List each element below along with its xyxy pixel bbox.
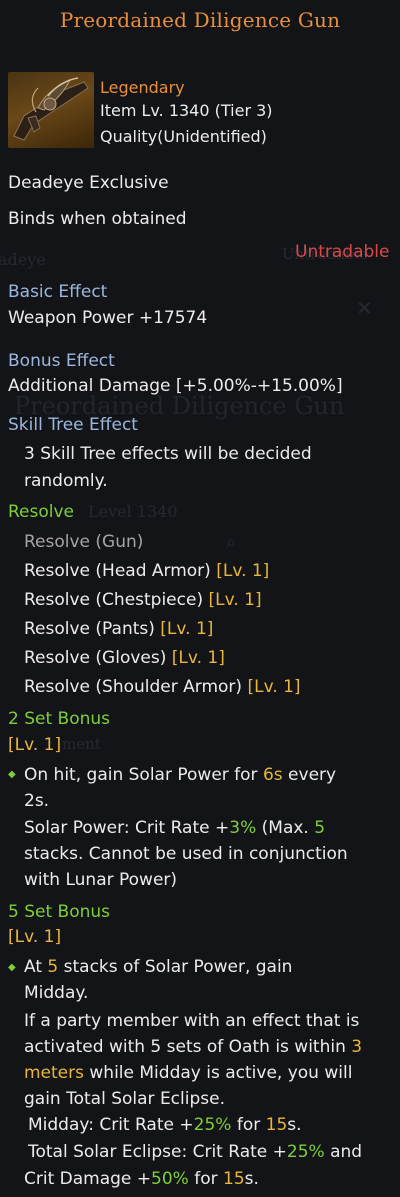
- background-close-icon: ✕: [356, 296, 373, 320]
- set5-level: [Lv. 1]: [8, 927, 62, 947]
- background-class-text: adeye: [0, 250, 46, 269]
- set2-line: with Lunar Power): [24, 870, 178, 890]
- basic-effect-heading: Basic Effect: [8, 282, 108, 302]
- bullet-icon: ◆: [8, 962, 16, 973]
- background-equip-text: ment: [62, 735, 101, 753]
- background-search-icon: ⌕: [226, 532, 237, 553]
- set5-heading: 5 Set Bonus: [8, 902, 111, 922]
- set2-level: [Lv. 1]: [8, 735, 62, 755]
- set2-line: 2s.: [24, 791, 50, 811]
- skill-tree-line: randomly.: [24, 471, 108, 491]
- binding-label: Binds when obtained: [8, 209, 187, 229]
- skill-tree-line: 3 Skill Tree effects will be decided: [24, 444, 312, 464]
- set2-line: On hit, gain Solar Power for 6s every: [24, 765, 337, 785]
- set5-line: Midday: Crit Rate +25% for 15s.: [28, 1115, 302, 1135]
- skill-tree-heading: Skill Tree Effect: [8, 415, 138, 435]
- item-title: Preordained Diligence Gun: [59, 8, 341, 32]
- resolve-item-shoulder-armor: Resolve (Shoulder Armor) [Lv. 1]: [24, 677, 301, 697]
- class-lock-label: Deadeye Exclusive: [8, 173, 169, 193]
- set2-line: stacks. Cannot be used in conjunction: [24, 844, 348, 864]
- bullet-icon: ◆: [8, 769, 16, 780]
- basic-effect-value: Weapon Power +17574: [8, 308, 208, 328]
- set5-line: Crit Damage +50% for 15s.: [24, 1169, 259, 1189]
- resolve-item-gloves: Resolve (Gloves) [Lv. 1]: [24, 648, 225, 668]
- gun-icon: [8, 72, 94, 148]
- set5-line: gain Total Solar Eclipse.: [24, 1089, 225, 1109]
- item-level-label: Item Lv. 1340 (Tier 3): [100, 101, 273, 120]
- resolve-item-chestpiece: Resolve (Chestpiece) [Lv. 1]: [24, 590, 262, 610]
- rarity-label: Legendary: [100, 78, 185, 97]
- set5-line: meters while Midday is active, you will: [24, 1063, 353, 1083]
- bonus-effect-heading: Bonus Effect: [8, 351, 115, 371]
- quality-label: Quality(Unidentified): [100, 127, 267, 146]
- trade-status-label: Untradable: [295, 242, 390, 262]
- set2-line: Solar Power: Crit Rate +3% (Max. 5: [24, 818, 326, 838]
- set5-line: activated with 5 sets of Oath is within …: [24, 1037, 363, 1057]
- bonus-effect-value: Additional Damage [+5.00%-+15.00%]: [8, 376, 343, 396]
- resolve-heading: Resolve: [8, 502, 75, 522]
- set5-line: Midday.: [24, 983, 89, 1003]
- set5-line: At 5 stacks of Solar Power, gain: [24, 957, 293, 977]
- resolve-item-gun: Resolve (Gun): [24, 532, 144, 552]
- resolve-item-head-armor: Resolve (Head Armor) [Lv. 1]: [24, 561, 270, 581]
- set2-heading: 2 Set Bonus: [8, 709, 111, 729]
- resolve-item-pants: Resolve (Pants) [Lv. 1]: [24, 619, 214, 639]
- background-level-text: Level 1340: [88, 502, 178, 521]
- set5-line: If a party member with an effect that is: [24, 1011, 360, 1031]
- set5-line: Total Solar Eclipse: Crit Rate +25% and: [28, 1142, 363, 1162]
